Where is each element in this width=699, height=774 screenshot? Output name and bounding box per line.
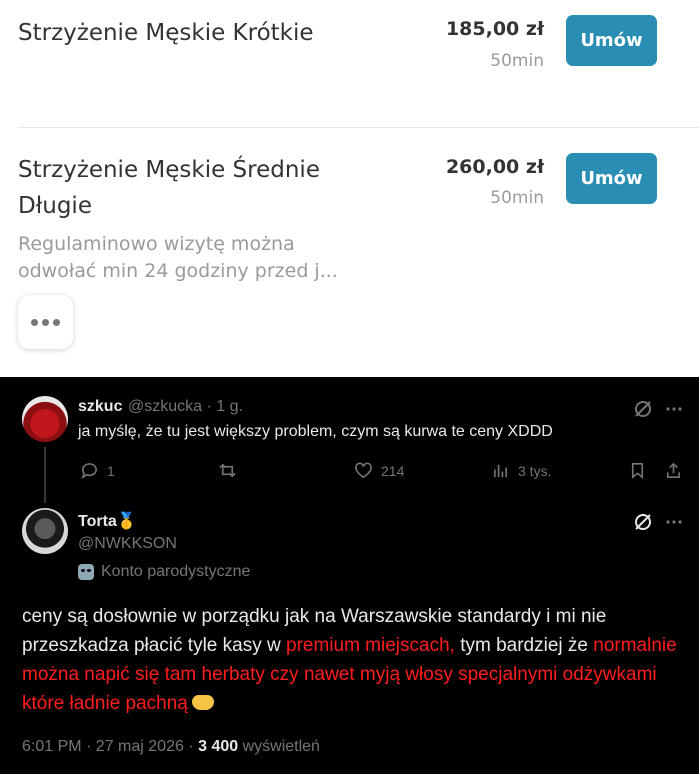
theater-mask-icon (78, 564, 94, 580)
service-name-line2: Długie (18, 193, 92, 219)
grok-icon[interactable] (633, 399, 653, 419)
views-chart-icon (493, 464, 508, 478)
parody-label: Konto parodystyczne (78, 563, 250, 581)
service-description: Regulaminowo wizytę można odwołać min 24… (18, 231, 398, 285)
grok-icon[interactable] (633, 512, 653, 532)
reply-icon (81, 463, 97, 479)
handle-and-time[interactable]: @szkucka · 1 g. (128, 398, 243, 416)
handle[interactable]: @NWKKSON (78, 535, 177, 553)
service-duration: 50min (490, 188, 544, 208)
views-label: wyświetleń (238, 738, 320, 755)
tweet-text: ceny są dosłownie w porządku jak na Wars… (22, 602, 682, 718)
twitter-thread: szkuc @szkucka · 1 g. ja myślę, że tu je… (0, 377, 699, 774)
divider (18, 127, 699, 128)
display-name-text: Torta (78, 513, 117, 530)
heart-hands-emoji (191, 695, 214, 710)
tweet-text: ja myślę, że tu jest większy problem, cz… (78, 423, 553, 440)
service-price: 260,00 zł (445, 156, 544, 178)
thread-connector (44, 447, 46, 503)
timestamp[interactable]: 6:01 PM · 27 maj 2026 · (22, 738, 198, 755)
service-name: Strzyżenie Męskie Średnie (18, 157, 320, 183)
reply-count: 1 (107, 462, 115, 479)
display-name[interactable]: szkuc (78, 398, 122, 416)
service-name: Strzyżenie Męskie Krótkie (18, 20, 314, 46)
more-options-button[interactable] (18, 295, 73, 349)
dot-icon (42, 318, 49, 326)
retweet-icon (219, 463, 236, 478)
views-button[interactable]: 3 tys. (491, 461, 551, 480)
medal-emoji: 🥇 (116, 513, 137, 530)
more-icon[interactable] (665, 514, 683, 530)
tweet-meta: 6:01 PM · 27 maj 2026 · 3 400 wyświetleń (22, 738, 320, 756)
book-button[interactable]: Umów (566, 15, 657, 66)
dot-icon (31, 318, 38, 326)
view-count: 3 tys. (518, 462, 552, 479)
parody-label-text: Konto parodystyczne (101, 563, 251, 580)
tweet-text-part: tym bardziej że (454, 635, 594, 656)
service-price: 185,00 zł (445, 18, 544, 40)
like-button[interactable]: 214 (354, 461, 404, 480)
bookmark-button[interactable] (628, 461, 647, 480)
display-name[interactable]: Torta🥇 (78, 511, 137, 531)
booking-panel: Strzyżenie Męskie Krótkie 185,00 zł 50mi… (0, 0, 699, 377)
reply-button[interactable]: 1 (80, 461, 115, 480)
description-line: Regulaminowo wizytę można (18, 233, 295, 255)
highlighted-text: premium miejscach, (286, 635, 455, 656)
like-count: 214 (381, 462, 405, 479)
description-line: odwołać min 24 godziny przed j... (18, 260, 338, 282)
dot-icon (53, 318, 60, 326)
book-button[interactable]: Umów (566, 153, 657, 204)
retweet-button[interactable] (218, 461, 237, 480)
heart-icon (355, 462, 372, 479)
avatar[interactable] (22, 396, 68, 442)
view-count: 3 400 (198, 738, 239, 755)
service-duration: 50min (490, 51, 544, 71)
share-button[interactable] (664, 461, 683, 480)
bookmark-icon (631, 463, 644, 479)
share-icon (666, 462, 681, 478)
avatar[interactable] (22, 508, 68, 554)
more-icon[interactable] (665, 401, 683, 417)
